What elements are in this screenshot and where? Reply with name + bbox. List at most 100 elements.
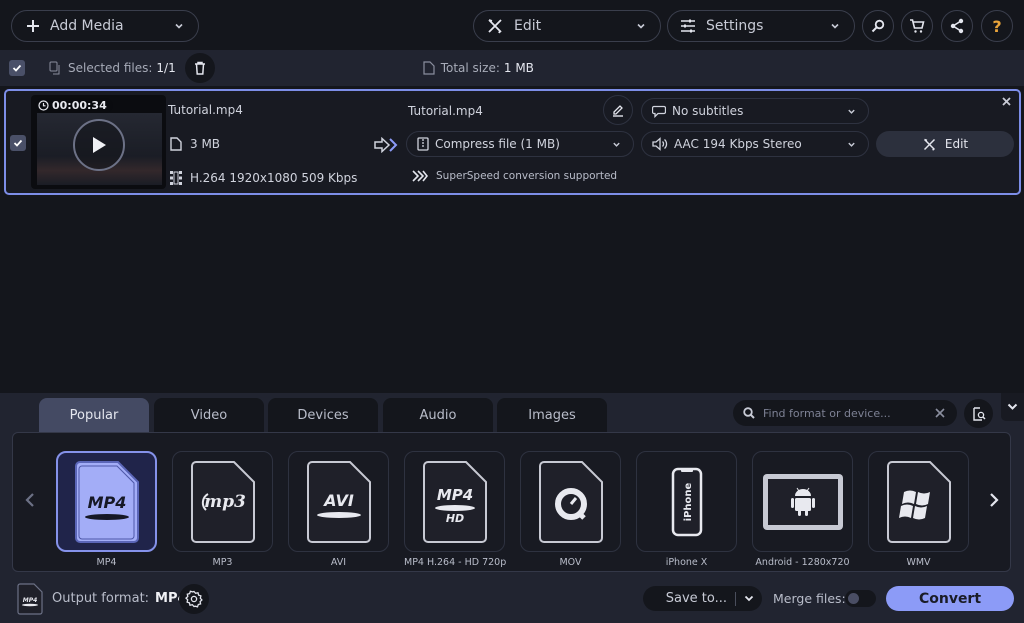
format-label: MP4 H.264 - HD 720p (404, 557, 507, 568)
add-media-button[interactable]: Add Media (11, 10, 199, 42)
svg-text:HD: HD (445, 512, 463, 525)
compress-dropdown[interactable]: Compress file (1 MB) (406, 131, 634, 157)
tab-label: Audio (419, 408, 457, 423)
output-name[interactable]: Tutorial.mp4 (408, 104, 483, 118)
selected-files-label: Selected files: (68, 61, 153, 75)
file-list: 00:00:34 Tutorial.mp4 3 MB H.264 1920x10… (0, 86, 1024, 393)
format-mp4-hd[interactable]: MP4 HD (404, 451, 505, 552)
file-icon (423, 61, 435, 75)
tab-images[interactable]: Images (497, 398, 607, 433)
subtitles-dropdown[interactable]: No subtitles (641, 98, 869, 124)
app-window: Add Media Edit Settings ? Selected files… (0, 0, 1024, 623)
windows-icon (886, 460, 951, 543)
trash-icon (194, 61, 205, 75)
save-to-label: Save to... (665, 591, 727, 606)
format-search-input[interactable]: Find format or device... (763, 407, 935, 420)
chevron-down-icon[interactable] (744, 595, 754, 603)
subtitles-value: No subtitles (672, 104, 744, 118)
tab-popular[interactable]: Popular (39, 398, 149, 433)
format-wmv[interactable] (868, 451, 969, 552)
film-icon (170, 171, 182, 185)
tab-video[interactable]: Video (154, 398, 264, 433)
format-finder-button[interactable] (964, 399, 993, 428)
clear-search-icon[interactable] (935, 408, 945, 418)
total-size-label: Total size: (440, 61, 500, 75)
save-to-button[interactable]: Save to... (643, 586, 762, 611)
output-format: Output format: MP4 (52, 591, 187, 606)
tab-devices[interactable]: Devices (268, 398, 378, 433)
format-search[interactable]: Find format or device... (733, 400, 957, 426)
scroll-left-button[interactable] (22, 488, 38, 512)
file-edit-button[interactable]: Edit (876, 131, 1014, 157)
settings-menu-button[interactable]: Settings (667, 10, 855, 42)
clock-icon (38, 100, 49, 111)
help-button[interactable]: ? (981, 10, 1013, 42)
scroll-right-button[interactable] (986, 488, 1002, 512)
chevron-right-icon (990, 493, 999, 507)
source-codec-text: H.264 1920x1080 509 Kbps (190, 171, 358, 185)
svg-text:MP4: MP4 (436, 486, 472, 504)
file-item[interactable]: 00:00:34 Tutorial.mp4 3 MB H.264 1920x10… (4, 89, 1021, 195)
format-avi[interactable]: AVI (288, 451, 389, 552)
convert-label: Convert (918, 590, 982, 607)
audio-dropdown[interactable]: AAC 194 Kbps Stereo (641, 131, 869, 157)
settings-menu-label: Settings (706, 18, 764, 34)
mp3-icon: mp3 (190, 460, 255, 543)
format-android[interactable] (752, 451, 853, 552)
top-toolbar: Add Media Edit Settings ? (0, 0, 1024, 50)
search-icon (871, 19, 885, 33)
chevron-down-icon (637, 23, 645, 29)
format-label: MP4 (96, 557, 117, 568)
source-size-text: 3 MB (190, 137, 221, 151)
output-format-icon: MP4 (17, 583, 43, 615)
selection-bar: Selected files: 1/1 Total size: 1 MB (0, 50, 1024, 86)
tab-label: Devices (297, 408, 349, 423)
file-checkbox[interactable] (10, 135, 26, 151)
format-label: AVI (330, 557, 347, 568)
toggle-knob (848, 593, 859, 604)
format-mov[interactable] (520, 451, 621, 552)
format-label: Android - 1280x720 (755, 557, 850, 568)
merge-files-toggle[interactable] (845, 590, 876, 607)
total-size-value: 1 MB (503, 61, 534, 75)
pencil-icon (613, 105, 623, 117)
rename-button[interactable] (603, 95, 633, 125)
play-button[interactable] (73, 119, 125, 171)
select-all-checkbox[interactable] (9, 60, 25, 76)
format-grid: MP4 MP4 mp3 MP3 AVI AVI MP4 HD MP4 H.264… (12, 432, 1011, 572)
cart-button[interactable] (901, 10, 933, 42)
edit-menu-button[interactable]: Edit (473, 10, 661, 42)
format-mp4[interactable]: MP4 (56, 451, 157, 552)
file-search-icon (972, 406, 986, 421)
superspeed-text: SuperSpeed conversion supported (436, 170, 618, 182)
file-icon (170, 137, 182, 151)
duration-badge: 00:00:34 (35, 98, 113, 113)
mp4-icon: MP4 (74, 460, 139, 543)
mp4-hd-icon: MP4 HD (422, 460, 487, 543)
plus-icon (27, 20, 39, 32)
cart-icon (910, 19, 925, 33)
remove-file-icon[interactable] (1002, 97, 1011, 106)
delete-selected-button[interactable] (184, 53, 215, 83)
merge-files-label: Merge files: (773, 591, 846, 606)
superspeed-icon (412, 170, 428, 182)
tab-label: Video (190, 408, 228, 423)
add-media-label: Add Media (50, 18, 124, 34)
android-tablet-icon (762, 473, 843, 530)
format-mp3[interactable]: mp3 (172, 451, 273, 552)
collapse-panel-button[interactable] (1001, 393, 1024, 421)
format-label: MOV (559, 557, 582, 568)
tab-audio[interactable]: Audio (383, 398, 493, 433)
tools-icon (923, 138, 935, 151)
chevron-down-icon (613, 142, 620, 147)
compress-value: Compress file (1 MB) (435, 137, 560, 151)
files-icon (49, 61, 60, 75)
tab-label: Images (528, 408, 576, 423)
format-iphone-x[interactable]: iPhone (636, 451, 737, 552)
tab-label: Popular (69, 408, 119, 423)
convert-button[interactable]: Convert (886, 586, 1014, 611)
video-thumbnail[interactable]: 00:00:34 (31, 95, 166, 189)
search-button[interactable] (862, 10, 894, 42)
share-button[interactable] (941, 10, 973, 42)
output-settings-button[interactable] (179, 584, 209, 614)
